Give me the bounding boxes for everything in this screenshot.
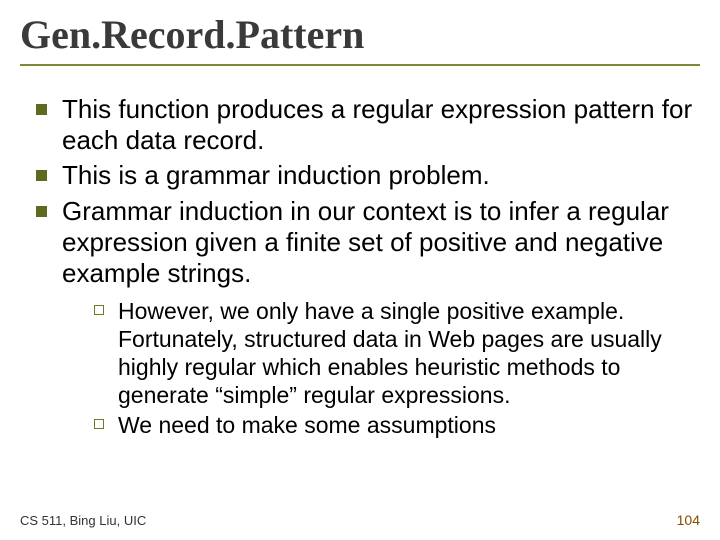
slide-body: This function produces a regular express… [20,72,700,439]
slide-title: Gen.Record.Pattern [20,14,700,56]
bullet-list: This function produces a regular express… [26,94,694,439]
footer: CS 511, Bing Liu, UIC 104 [20,512,700,528]
page-number: 104 [677,512,700,528]
bullet-text: Grammar induction in our context is to i… [62,196,669,288]
bullet-item: Grammar induction in our context is to i… [26,196,694,440]
slide: Gen.Record.Pattern This function produce… [0,0,720,540]
bullet-item: This function produces a regular express… [26,94,694,156]
sub-bullet-item: We need to make some assumptions [88,411,694,439]
footer-left: CS 511, Bing Liu, UIC [20,513,146,528]
bullet-item: This is a grammar induction problem. [26,160,694,191]
sub-bullet-item: However, we only have a single positive … [88,297,694,409]
title-block: Gen.Record.Pattern [20,14,700,72]
sub-bullet-list: However, we only have a single positive … [62,297,694,439]
title-underline [20,64,700,66]
